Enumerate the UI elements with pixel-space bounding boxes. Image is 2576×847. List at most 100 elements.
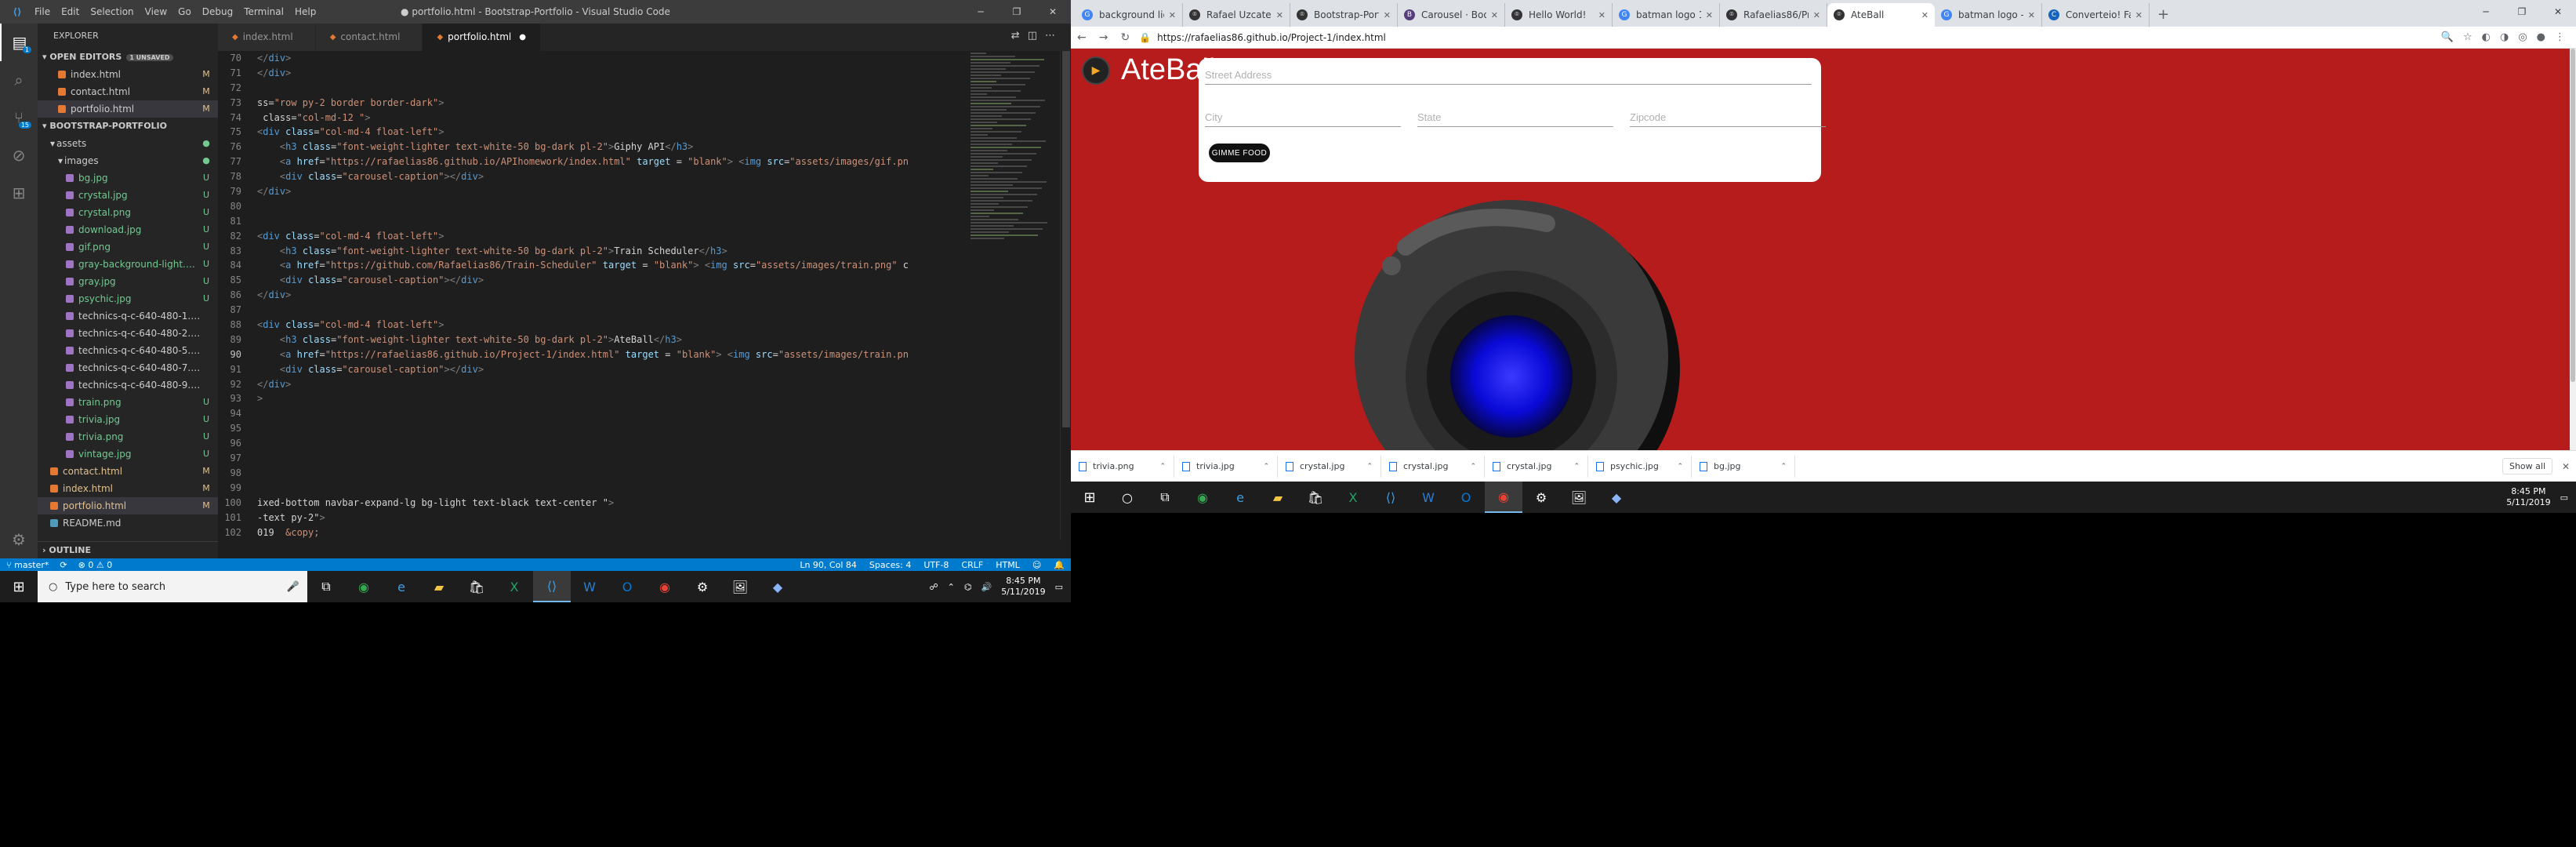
chevron-up-icon[interactable]: ⌃ bbox=[1470, 463, 1476, 471]
tree-file[interactable]: trivia.jpg U bbox=[38, 411, 218, 428]
menu-file[interactable]: File bbox=[34, 6, 50, 17]
minimap[interactable] bbox=[971, 51, 1057, 255]
tree-file[interactable]: README.md bbox=[38, 514, 218, 532]
settings-gear-icon[interactable]: ⚙ bbox=[0, 521, 38, 558]
tree-file[interactable]: portfolio.html M bbox=[38, 497, 218, 514]
settings-icon[interactable]: ⚙ bbox=[684, 571, 721, 602]
chrome-tab[interactable]: ⌾ Rafaelias86/Project ✕ bbox=[1720, 3, 1827, 27]
page-scrollbar-thumb[interactable] bbox=[2571, 49, 2575, 382]
menu-go[interactable]: Go bbox=[178, 6, 191, 17]
word-icon[interactable]: W bbox=[571, 571, 608, 602]
file-explorer-icon[interactable]: ▰ bbox=[420, 571, 458, 602]
people-icon[interactable]: ☍ bbox=[930, 582, 938, 592]
address-bar[interactable]: 🔒 https://rafaelias86.github.io/Project-1… bbox=[1136, 29, 2441, 46]
task-view-icon[interactable]: ⧉ bbox=[307, 571, 345, 602]
chevron-up-icon[interactable]: ⌃ bbox=[1366, 463, 1373, 471]
menu-view[interactable]: View bbox=[145, 6, 167, 17]
tab-close-icon[interactable]: ✕ bbox=[1384, 10, 1391, 20]
menu-help[interactable]: Help bbox=[295, 6, 316, 17]
chrome-tab[interactable]: Gbatman logo - Goo ✕ bbox=[1935, 3, 2042, 27]
menu-selection[interactable]: Selection bbox=[90, 6, 133, 17]
photos-icon-2[interactable]: 🖼 bbox=[1560, 482, 1598, 513]
zoom-icon[interactable]: 🔍 bbox=[2441, 31, 2454, 43]
task-view-icon-2[interactable]: ⧉ bbox=[1146, 482, 1184, 513]
app-icon[interactable]: ◆ bbox=[759, 571, 796, 602]
vscode-taskbar-icon-2[interactable]: ⟨⟩ bbox=[1372, 482, 1410, 513]
close-icon[interactable]: ✕ bbox=[2540, 0, 2576, 24]
menu-debug[interactable]: Debug bbox=[202, 6, 233, 17]
chrome-tab[interactable]: Gbatman logo 1300 ✕ bbox=[1613, 3, 1720, 27]
street-address-input[interactable]: Street Address bbox=[1205, 61, 1812, 85]
tab-close-icon[interactable]: ✕ bbox=[1169, 10, 1176, 20]
outlook-icon-2[interactable]: O bbox=[1447, 482, 1485, 513]
outlook-icon[interactable]: O bbox=[608, 571, 646, 602]
tab-close-icon[interactable]: ✕ bbox=[1706, 10, 1713, 20]
excel-icon[interactable]: X bbox=[495, 571, 533, 602]
download-item[interactable]: crystal.jpg ⌃ bbox=[1485, 455, 1588, 478]
chevron-up-icon[interactable]: ⌃ bbox=[1573, 463, 1580, 471]
show-hidden-icons-chevron-icon[interactable]: ⌃ bbox=[948, 582, 955, 592]
download-item[interactable]: psychic.jpg ⌃ bbox=[1588, 455, 1692, 478]
download-item[interactable]: trivia.jpg ⌃ bbox=[1174, 455, 1278, 478]
chrome-icon-2[interactable]: ◉ bbox=[646, 571, 684, 602]
tree-folder[interactable]: ▾ images ● bbox=[38, 152, 218, 169]
search-icon[interactable]: ⌕ bbox=[0, 61, 38, 99]
sync-icon[interactable]: ⟳ bbox=[60, 560, 67, 570]
close-downloads-icon[interactable]: ✕ bbox=[2562, 461, 2570, 472]
download-item[interactable]: crystal.jpg ⌃ bbox=[1278, 455, 1381, 478]
chrome-tab[interactable]: C Converteio! Fastest ✕ bbox=[2042, 3, 2150, 27]
tree-file[interactable]: crystal.png U bbox=[38, 204, 218, 221]
tree-file[interactable]: train.png U bbox=[38, 394, 218, 411]
chevron-up-icon[interactable]: ⌃ bbox=[1780, 463, 1787, 471]
tree-file[interactable]: technics-q-c-640-480-2.jpg bbox=[38, 325, 218, 342]
unsaved-dot-icon[interactable]: ● bbox=[519, 24, 526, 51]
new-tab-button[interactable]: + bbox=[2150, 3, 2177, 27]
tree-file[interactable]: contact.html M bbox=[38, 463, 218, 480]
profile-icon[interactable]: ● bbox=[2537, 31, 2545, 43]
taskbar-clock[interactable]: 8:45 PM 5/11/2019 bbox=[1001, 576, 1045, 598]
action-center-icon[interactable]: ▭ bbox=[1055, 582, 1063, 592]
encoding[interactable]: UTF-8 bbox=[923, 560, 949, 570]
excel-icon-2[interactable]: X bbox=[1334, 482, 1372, 513]
tree-file[interactable]: download.jpg U bbox=[38, 221, 218, 238]
extension-icon-2[interactable]: ◑ bbox=[2500, 31, 2509, 43]
tree-file[interactable]: gray.jpg U bbox=[38, 273, 218, 290]
notifications-icon[interactable]: 🔔 bbox=[1054, 560, 1065, 570]
outline-section[interactable]: › OUTLINE bbox=[38, 541, 218, 558]
store-icon[interactable]: 🛍 bbox=[458, 571, 495, 602]
chrome-tab[interactable]: ⌾ Rafael Uzcategui | L ✕ bbox=[1183, 3, 1290, 27]
state-input[interactable]: State bbox=[1417, 104, 1613, 127]
source-control-icon[interactable]: ⑂ 15 bbox=[0, 99, 38, 136]
menu-terminal[interactable]: Terminal bbox=[244, 6, 284, 17]
edge-icon[interactable]: e bbox=[383, 571, 420, 602]
download-item[interactable]: trivia.png ⌃ bbox=[1071, 455, 1174, 478]
tab-index[interactable]: ◆ index.html bbox=[218, 24, 316, 51]
action-center-icon-2[interactable]: ▭ bbox=[2560, 493, 2568, 503]
reload-icon[interactable]: ↻ bbox=[1120, 31, 1130, 44]
tree-file[interactable]: technics-q-c-640-480-7.jpg bbox=[38, 359, 218, 376]
windows-start-icon-2[interactable]: ⊞ bbox=[1071, 482, 1108, 513]
vscode-taskbar-icon[interactable]: ⟨⟩ bbox=[533, 571, 571, 602]
scrollbar-thumb[interactable] bbox=[1062, 51, 1070, 427]
open-editors-section[interactable]: ▾ OPEN EDITORS 1 UNSAVED bbox=[38, 49, 218, 66]
download-item[interactable]: crystal.jpg ⌃ bbox=[1381, 455, 1485, 478]
tree-file[interactable]: technics-q-c-640-480-5.jpg bbox=[38, 342, 218, 359]
chrome-tab[interactable]: B Carousel · Bootstrap ✕ bbox=[1398, 3, 1505, 27]
tree-file[interactable]: crystal.jpg U bbox=[38, 187, 218, 204]
chrome-active-icon[interactable]: ◉ bbox=[1485, 482, 1522, 513]
chrome-tab[interactable]: ⌾ AteBall ✕ bbox=[1827, 3, 1935, 27]
forward-icon[interactable]: → bbox=[1099, 31, 1108, 44]
tree-file[interactable]: vintage.jpg U bbox=[38, 445, 218, 463]
code-editor[interactable]: 70 </div> 71 </div> 72 73 ss="row py-2 border … bbox=[218, 51, 1002, 540]
chrome-icon[interactable]: ◉ bbox=[345, 571, 383, 602]
tab-contact[interactable]: ◆ contact.html bbox=[315, 24, 423, 51]
chrome-tab[interactable]: Gbackground light p ✕ bbox=[1076, 3, 1183, 27]
chrome-menu-icon[interactable]: ⋮ bbox=[2555, 31, 2565, 43]
tab-close-icon[interactable]: ✕ bbox=[1598, 10, 1605, 20]
tab-close-icon[interactable]: ✕ bbox=[1813, 10, 1820, 20]
chrome-tab[interactable]: ⌾ Hello World! ✕ bbox=[1505, 3, 1613, 27]
feedback-icon[interactable]: ☺ bbox=[1032, 560, 1041, 570]
tab-close-icon[interactable]: ✕ bbox=[1921, 10, 1928, 20]
tab-close-icon[interactable]: ✕ bbox=[2028, 10, 2035, 20]
extension-icon-3[interactable]: ◎ bbox=[2518, 31, 2527, 43]
